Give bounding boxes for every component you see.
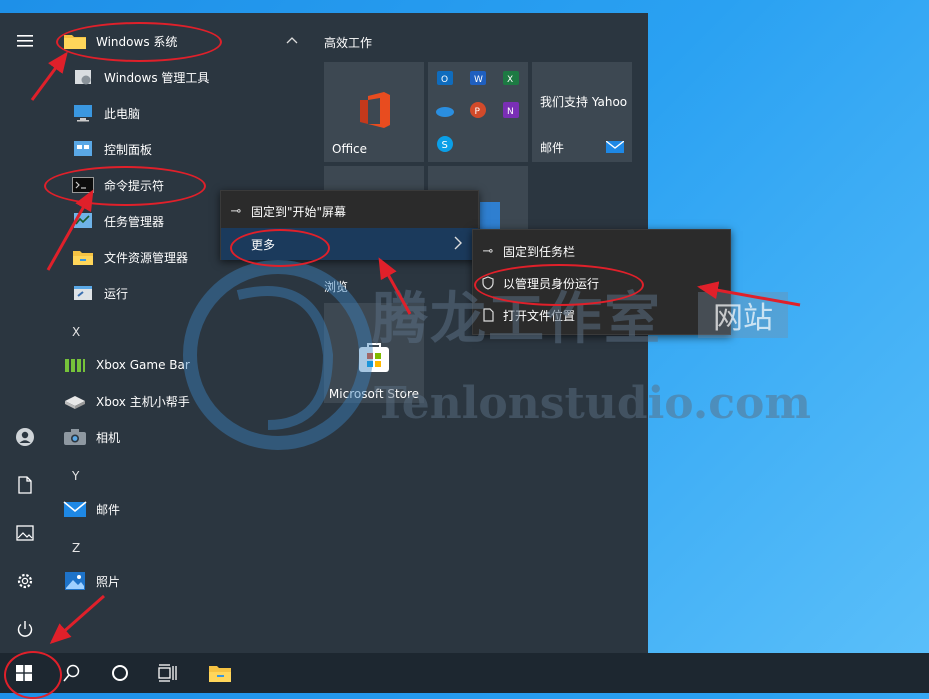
annotation-arrows	[30, 51, 801, 644]
arrow-to-run-admin	[697, 281, 801, 307]
arrow-to-windows-system	[30, 51, 68, 101]
arrow-to-start	[49, 594, 105, 644]
arrow-to-more	[378, 257, 412, 315]
arrow-to-cmd	[46, 189, 94, 271]
